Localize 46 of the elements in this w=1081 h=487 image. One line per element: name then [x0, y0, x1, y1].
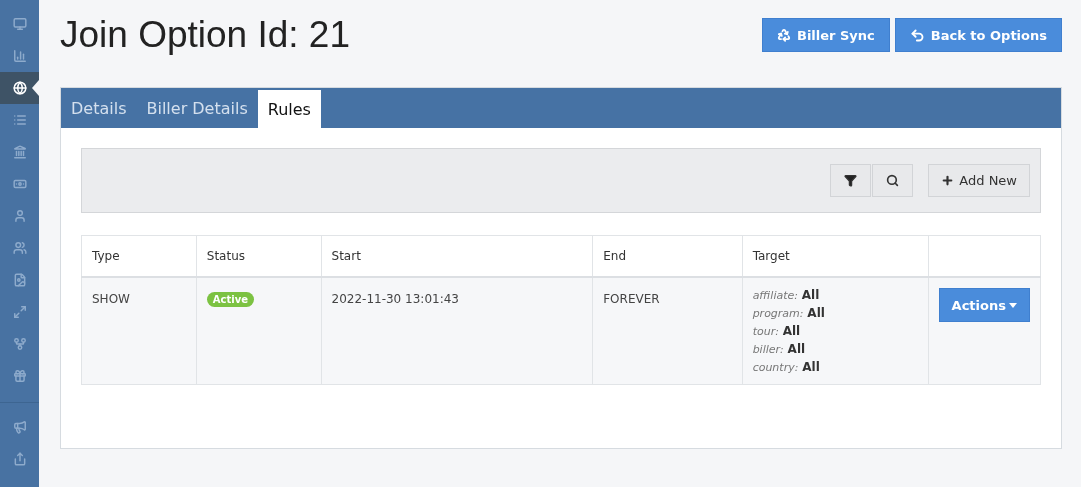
search-button[interactable]: [872, 164, 914, 197]
list-icon: [12, 113, 27, 127]
column-header: End: [592, 235, 743, 277]
column-header: Status: [196, 235, 321, 277]
search-icon: [886, 174, 900, 187]
back-button[interactable]: Back to Options: [894, 18, 1062, 52]
target-line: affiliate: All: [752, 288, 821, 302]
plus-icon: [941, 174, 955, 187]
table-cell: SHOW: [81, 277, 197, 385]
target-line: tour: All: [752, 324, 802, 338]
sync-button[interactable]: Biller Sync: [761, 18, 890, 52]
globe-icon: [12, 81, 27, 95]
page-title: Join Option Id: 21: [60, 14, 351, 56]
target-line: country: All: [752, 360, 821, 374]
recycle-icon: [776, 28, 791, 42]
table-cell: FOREVER: [592, 277, 743, 385]
column-header: Type: [81, 235, 197, 277]
image-file-icon: [12, 273, 27, 287]
user-icon: [12, 209, 27, 223]
megaphone-icon: [12, 420, 27, 434]
column-header: Start: [321, 235, 593, 277]
monitor-icon: [12, 17, 27, 31]
users-icon: [12, 241, 27, 255]
share-icon: [12, 452, 27, 466]
filter-button[interactable]: [830, 164, 872, 197]
status-badge: Active: [206, 292, 254, 307]
fork-icon: [12, 337, 27, 351]
column-header: Target: [742, 235, 929, 277]
table-cell: 2022-11-30 13:01:43: [321, 277, 593, 385]
expand-icon: [12, 305, 27, 319]
bar-chart-icon: [12, 49, 27, 63]
add-new-button[interactable]: Add New: [928, 164, 1030, 197]
tab[interactable]: Biller Details: [136, 88, 258, 128]
pointer-icon: [32, 80, 39, 96]
actions-button[interactable]: Actions: [938, 288, 1030, 322]
tab[interactable]: Rules: [257, 90, 321, 128]
filter-icon: [844, 174, 858, 187]
target-line: biller: All: [752, 342, 807, 356]
gift-icon: [12, 369, 27, 383]
reply-icon: [909, 27, 925, 43]
bank-icon: [12, 145, 27, 159]
tab[interactable]: Details: [61, 88, 137, 128]
caret-icon: [1008, 302, 1017, 308]
money-icon: [12, 177, 27, 191]
target-line: program: All: [752, 306, 826, 320]
sidebar-item[interactable]: [0, 72, 39, 104]
